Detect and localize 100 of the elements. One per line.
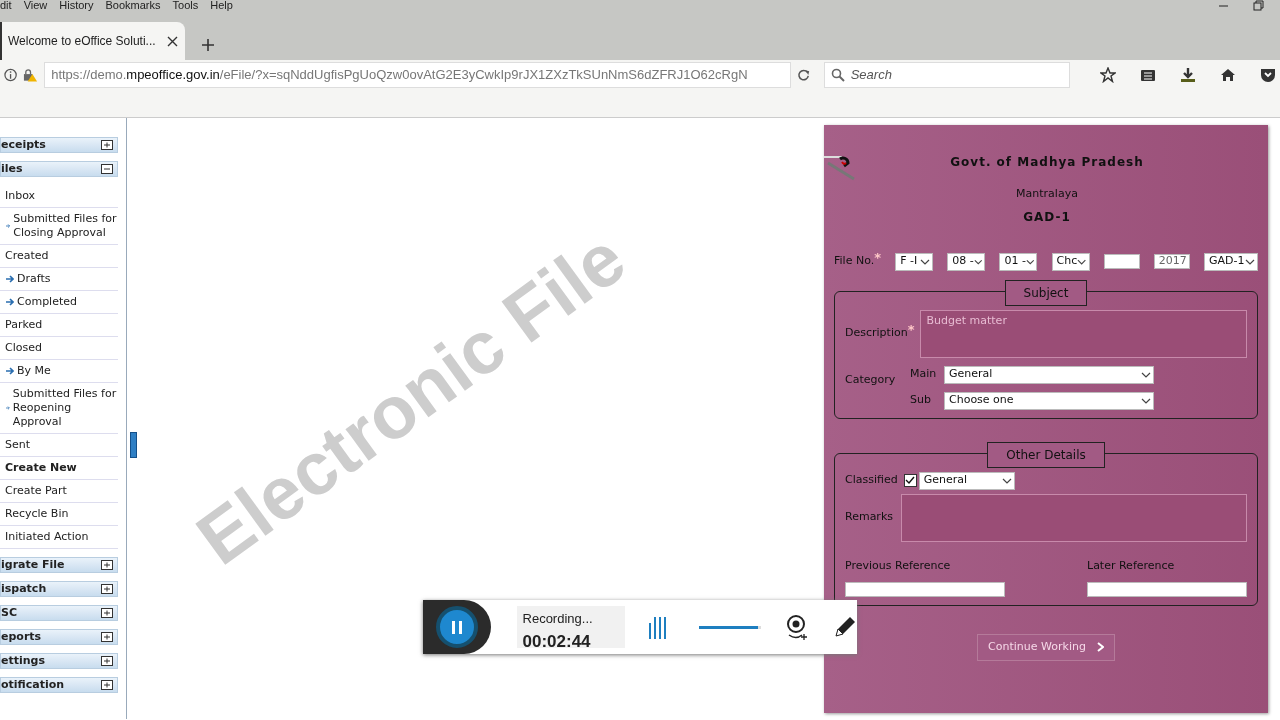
pencil-icon[interactable] (833, 615, 857, 639)
chevron-icon (1095, 642, 1104, 653)
reload-icon[interactable] (796, 68, 810, 82)
sidebar-item[interactable]: Created (0, 245, 118, 268)
sidebar-item[interactable]: Inbox (0, 185, 118, 208)
sidebar-item[interactable]: Closed (0, 337, 118, 360)
tab-title: Welcome to eOffice Soluti... (8, 33, 156, 50)
input-field[interactable] (1103, 254, 1140, 269)
fieldset-legend: Subject (1004, 279, 1088, 306)
sidebar-item[interactable]: Create New (0, 457, 118, 480)
pause-icon (449, 619, 464, 635)
caret-icon (973, 257, 983, 266)
timer-text: 00:02:44 (522, 630, 592, 653)
arrow-icon (6, 222, 11, 230)
sidebar-item[interactable]: Recycle Bin (0, 503, 118, 526)
audio-level-icon (649, 615, 668, 639)
menu-item[interactable]: dit (0, 0, 12, 11)
warning-lock-icon[interactable] (23, 67, 39, 83)
arrow-icon (6, 275, 14, 283)
select-field[interactable]: F -I (895, 252, 934, 271)
close-icon[interactable] (166, 34, 179, 48)
field-label: Remarks (845, 509, 894, 526)
sidebar-item[interactable]: Submitted Files for Closing Approval (0, 208, 118, 245)
menu-item[interactable]: History (59, 0, 94, 11)
browser-tab[interactable]: Welcome to eOffice Soluti... (0, 22, 185, 60)
sidebar-section[interactable]: igrate File (0, 557, 118, 573)
webcam-add-icon[interactable] (785, 613, 809, 641)
field-label: File No. (834, 254, 875, 268)
input-field[interactable] (845, 582, 1005, 597)
select-field[interactable]: GAD-1 (1203, 252, 1258, 271)
new-tab-icon[interactable] (201, 38, 215, 52)
search-field[interactable]: Search (823, 62, 1070, 88)
menu-item[interactable]: Help (210, 0, 233, 11)
sidebar-item[interactable]: By Me (0, 360, 118, 383)
status-text: Recording... (522, 610, 594, 628)
pocket-icon[interactable] (1260, 67, 1276, 83)
required-mark: * (874, 250, 881, 266)
collapse-icon[interactable] (101, 164, 113, 174)
sidebar-item[interactable]: Parked (0, 314, 118, 337)
sidebar-item[interactable]: Sent (0, 434, 118, 457)
expand-icon[interactable] (101, 680, 113, 690)
volume-slider[interactable] (699, 625, 758, 629)
menu-item[interactable]: Tools (172, 0, 199, 11)
arrow-icon (6, 298, 14, 306)
pause-button[interactable] (435, 606, 478, 648)
select-field[interactable]: General (944, 365, 1154, 384)
address-field[interactable]: https://demo.mpeoffice.gov.in/eFile/?x=sqNddUgfisPgUoQzw0ovAtG2E3yCwkIp9rJX1ZXzTkSUnNmS6dZFRJ1O62cRgN (44, 62, 791, 88)
arrow-icon (6, 404, 10, 412)
caret-icon (1141, 370, 1151, 379)
home-icon[interactable] (1220, 67, 1236, 83)
field-label: Previous Reference (845, 557, 952, 574)
expand-icon[interactable] (101, 560, 113, 570)
restore-icon[interactable] (1253, 0, 1264, 11)
field-label: Description (845, 326, 908, 340)
sidebar-section[interactable]: eports (0, 629, 118, 645)
sidebar-section[interactable]: ispatch (0, 581, 118, 597)
menu-item[interactable]: View (23, 0, 48, 11)
sidebar-section[interactable]: eceipts (0, 137, 118, 153)
select-field[interactable]: Chc (1051, 252, 1090, 271)
arrow-icon (6, 367, 14, 375)
sidebar-item[interactable]: Drafts (0, 268, 118, 291)
expand-icon[interactable] (101, 632, 113, 642)
sidebar-item[interactable]: Initiated Action (0, 526, 118, 549)
select-field[interactable]: 01 - (999, 252, 1038, 271)
sidebar-section[interactable]: ettings (0, 653, 118, 669)
expand-icon[interactable] (101, 584, 113, 594)
emblem-icon (824, 153, 856, 181)
menu-item[interactable]: Bookmarks (105, 0, 161, 11)
sidebar-item[interactable]: Create Part (0, 480, 118, 503)
select-field[interactable]: 08 - (947, 252, 986, 271)
sidebar-item[interactable]: Completed (0, 291, 118, 314)
select-field[interactable]: Choose one (944, 391, 1154, 410)
department-text: Mantralaya (1016, 186, 1078, 200)
expand-icon[interactable] (101, 656, 113, 666)
input-field[interactable]: 2017 (1153, 254, 1190, 269)
fieldset-legend: Other Details (987, 441, 1105, 468)
remarks-field[interactable] (901, 493, 1247, 542)
sidebar-section[interactable]: iles (0, 161, 118, 177)
input-field[interactable] (1087, 582, 1247, 597)
caret-icon (1001, 476, 1012, 485)
description-field[interactable]: Budget matter (920, 309, 1247, 358)
caret-icon (1141, 396, 1151, 405)
sidebar-item[interactable]: Submitted Files for Reopening Approval (0, 383, 118, 434)
library-icon[interactable] (1140, 67, 1156, 83)
expand-icon[interactable] (101, 140, 113, 150)
required-mark: * (907, 322, 915, 338)
field-label: Sub (910, 392, 932, 409)
continue-button[interactable]: Continue Working (977, 634, 1115, 661)
sidebar-section[interactable]: otification (0, 677, 118, 693)
organisation-title: Govt. of Madhya Pradesh (950, 155, 1144, 169)
select-field[interactable]: General (918, 471, 1015, 490)
search-icon (830, 68, 845, 82)
caret-icon (920, 257, 931, 266)
expand-icon[interactable] (101, 608, 113, 618)
info-icon[interactable] (4, 68, 18, 82)
download-icon[interactable] (1180, 67, 1196, 83)
bookmark-star-icon[interactable] (1100, 67, 1116, 83)
collapse-handle[interactable] (130, 432, 137, 458)
sidebar-section[interactable]: SC (0, 605, 118, 621)
checkbox[interactable] (903, 474, 917, 487)
